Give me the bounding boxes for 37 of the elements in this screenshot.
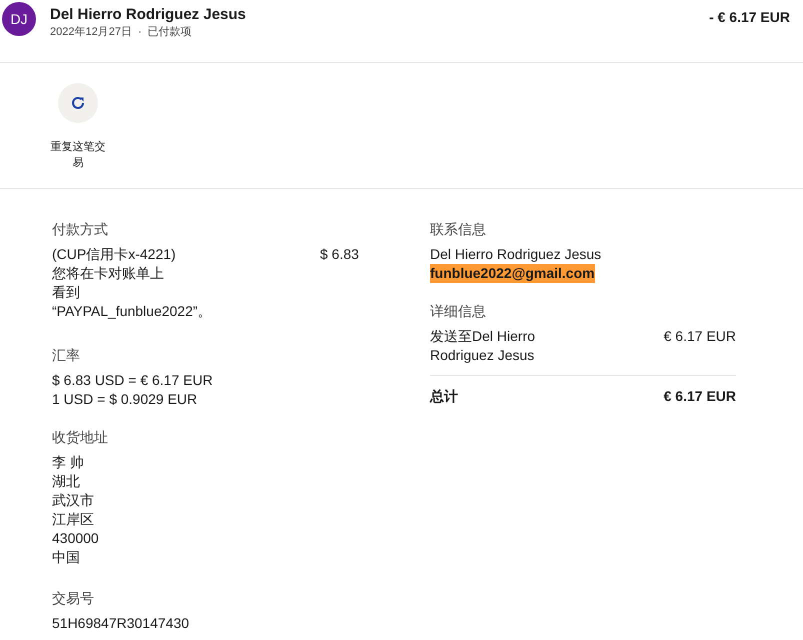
address-line: 430000 [52, 529, 100, 548]
transaction-id: 51H69847R30147430 [52, 614, 190, 633]
section-heading: 收货地址 [52, 428, 109, 447]
refresh-icon [70, 95, 86, 111]
total-amount: € 6.17 EUR [664, 387, 736, 406]
statement-note: 看到 [52, 283, 81, 302]
item-amount: € 6.17 EUR [664, 327, 736, 346]
address-line: 江岸区 [52, 510, 95, 529]
address-line: 李 帅 [52, 453, 85, 472]
exchange-rate: 1 USD = $ 0.9029 EUR [52, 390, 198, 409]
avatar: DJ [2, 2, 36, 36]
contact-name: Del Hierro Rodriguez Jesus [430, 245, 602, 264]
section-heading: 汇率 [52, 346, 81, 365]
recipient-label: Rodriguez Jesus [430, 346, 536, 365]
separator-dot: · [138, 25, 142, 39]
address-line: 中国 [52, 548, 81, 567]
section-heading: 详细信息 [430, 302, 487, 321]
transaction-amount: - € 6.17 EUR [709, 8, 790, 27]
payment-amount: $ 6.83 [320, 245, 359, 264]
statement-note: 您将在卡对账单上 [52, 264, 165, 283]
section-heading: 付款方式 [52, 220, 109, 239]
payment-status: 已付款项 [148, 25, 192, 39]
section-heading: 交易号 [52, 589, 95, 608]
exchange-rate: $ 6.83 USD = € 6.17 EUR [52, 371, 214, 390]
address-line: 武汉市 [52, 491, 95, 510]
transaction-date: 2022年12月27日 [50, 25, 132, 39]
card-name: (CUP信用卡x-4221) [52, 245, 177, 264]
button-label: 重复这笔交 [50, 140, 106, 155]
payee-name: Del Hierro Rodriguez Jesus [50, 5, 246, 25]
contact-email: funblue2022@gmail.com [430, 264, 595, 283]
total-label: 总计 [430, 387, 458, 406]
repeat-transaction-button[interactable]: 重复这笔交 易 [48, 83, 108, 188]
statement-note: “PAYPAL_funblue2022”。 [52, 302, 213, 321]
section-heading: 联系信息 [430, 220, 487, 239]
button-label: 易 [72, 156, 84, 171]
recipient-label: 发送至Del Hierro [430, 327, 536, 346]
address-line: 湖北 [52, 472, 81, 491]
